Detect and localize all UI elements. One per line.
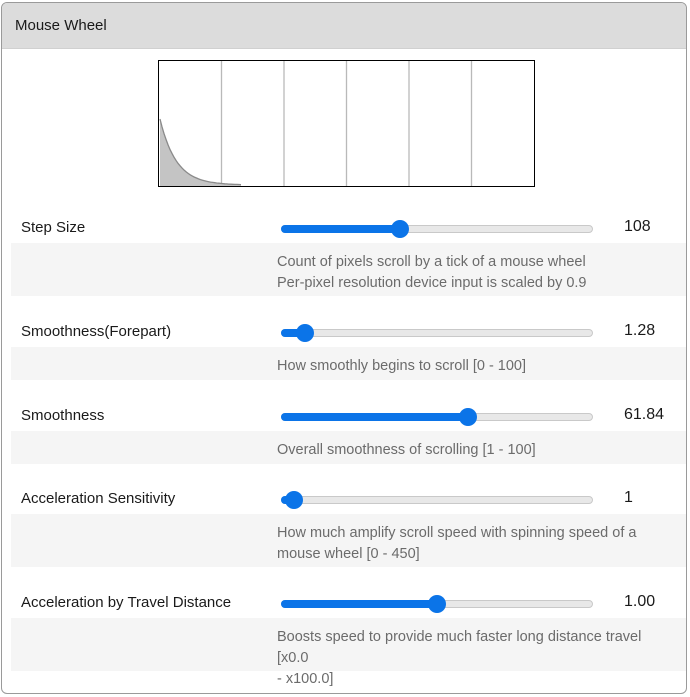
description-line: How smoothly begins to scroll [0 - 100] bbox=[277, 358, 527, 374]
setting-description: Boosts speed to provide much faster long… bbox=[11, 618, 686, 687]
setting-value: 1.28 bbox=[624, 322, 656, 339]
acceleration-travel-distance-slider[interactable] bbox=[281, 594, 593, 614]
setting-label: Acceleration by Travel Distance bbox=[21, 594, 232, 611]
setting-label: Smoothness(Forepart) bbox=[21, 323, 172, 340]
slider-thumb[interactable] bbox=[390, 220, 409, 238]
slider-fill bbox=[281, 225, 400, 233]
setting-value: 1 bbox=[624, 489, 633, 506]
description-line: Count of pixels scroll by a tick of a mo… bbox=[277, 254, 586, 270]
description-line: - x100.0] bbox=[277, 671, 334, 687]
description-line: Overall smoothness of scrolling [1 - 100… bbox=[277, 442, 536, 458]
slider-track[interactable] bbox=[281, 329, 593, 337]
description-line: mouse wheel [0 - 450] bbox=[277, 546, 420, 562]
panel-title: Mouse Wheel bbox=[15, 17, 107, 34]
setting-label: Step Size bbox=[21, 219, 86, 236]
slider-thumb[interactable] bbox=[296, 324, 315, 342]
acceleration-sensitivity-slider[interactable] bbox=[281, 490, 593, 510]
setting-description: Overall smoothness of scrolling [1 - 100… bbox=[11, 431, 686, 464]
setting-label: Acceleration Sensitivity bbox=[21, 490, 176, 507]
slider-thumb[interactable] bbox=[459, 408, 478, 426]
description-line: How much amplify scroll speed with spinn… bbox=[277, 525, 637, 541]
description-line: Per-pixel resolution device input is sca… bbox=[277, 275, 587, 291]
scroll-curve-chart bbox=[159, 61, 473, 186]
slider-track[interactable] bbox=[281, 496, 593, 504]
slider-fill bbox=[281, 413, 469, 421]
setting-label: Smoothness bbox=[21, 407, 105, 424]
mouse-wheel-panel: Mouse Wheel Step Size 108 Count of pixel… bbox=[1, 2, 687, 694]
setting-value: 1.00 bbox=[624, 593, 656, 610]
setting-value: 61.84 bbox=[624, 406, 665, 423]
setting-description: How smoothly begins to scroll [0 - 100] bbox=[11, 347, 686, 380]
smoothness-forepart-slider[interactable] bbox=[281, 323, 593, 343]
slider-fill bbox=[281, 600, 437, 608]
slider-thumb[interactable] bbox=[285, 491, 303, 509]
panel-header: Mouse Wheel bbox=[2, 3, 686, 49]
setting-value: 108 bbox=[624, 218, 651, 235]
step-size-slider[interactable] bbox=[281, 219, 593, 239]
scroll-preview-graph bbox=[158, 60, 535, 187]
setting-description: Count of pixels scroll by a tick of a mo… bbox=[11, 243, 686, 296]
setting-description: How much amplify scroll speed with spinn… bbox=[11, 514, 686, 567]
smoothness-slider[interactable] bbox=[281, 407, 593, 427]
slider-thumb[interactable] bbox=[428, 595, 446, 613]
description-line: Boosts speed to provide much faster long… bbox=[277, 629, 642, 666]
